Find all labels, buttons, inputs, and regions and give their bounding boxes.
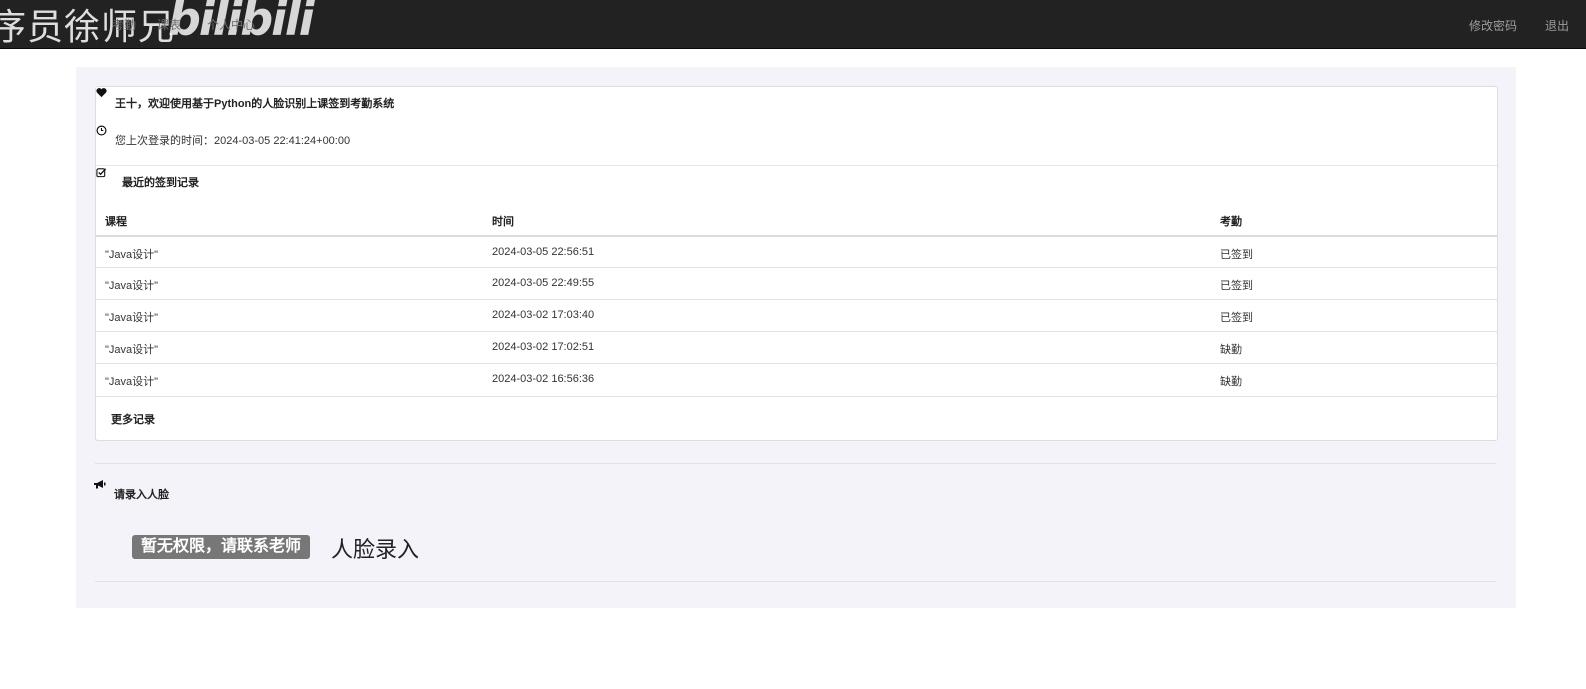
face-section-title: 请录入人脸 xyxy=(114,489,169,501)
table-row: "Java设计" 2024-03-02 17:03:40 已签到 xyxy=(96,299,1497,332)
table-row: "Java设计" 2024-03-02 17:02:51 缺勤 xyxy=(96,331,1497,364)
nav-item-schedule[interactable]: 课表 xyxy=(157,16,181,33)
welcome-message: 王十，欢迎使用基于Python的人脸识别上课签到考勤系统 xyxy=(115,98,395,110)
cell-course: "Java设计" xyxy=(105,344,159,356)
records-title: 最近的签到记录 xyxy=(122,177,199,189)
face-entry-heading: 人脸录入 xyxy=(331,537,420,562)
no-permission-badge: 暂无权限，请联系老师 xyxy=(132,535,311,559)
cell-time: 2024-03-02 17:02:51 xyxy=(492,341,595,353)
cell-course: "Java设计" xyxy=(105,376,159,388)
last-login-text: 您上次登录的时间：2024-03-05 22:41:24+00:00 xyxy=(115,135,351,147)
cell-course: "Java设计" xyxy=(105,312,159,324)
cell-time: 2024-03-05 22:56:51 xyxy=(492,246,595,258)
main-container: 王十，欢迎使用基于Python的人脸识别上课签到考勤系统 您上次登录的时间：20… xyxy=(76,67,1516,608)
change-password-link[interactable]: 修改密码 xyxy=(1469,17,1517,34)
cell-time: 2024-03-02 17:03:40 xyxy=(492,309,595,321)
section-divider xyxy=(95,581,1496,582)
table-row: "Java设计" 2024-03-05 22:49:55 已签到 xyxy=(96,267,1497,300)
nav-item-profile[interactable]: 个人中心 xyxy=(207,16,255,33)
cell-time: 2024-03-02 16:56:36 xyxy=(492,373,595,385)
cell-course: "Java设计" xyxy=(105,249,159,261)
dashboard-panel: 王十，欢迎使用基于Python的人脸识别上课签到考勤系统 您上次登录的时间：20… xyxy=(95,86,1498,441)
heart-icon xyxy=(96,87,107,98)
bullhorn-icon xyxy=(93,479,106,490)
table-row: "Java设计" 2024-03-02 16:56:36 缺勤 xyxy=(96,363,1497,397)
watermark-text: 序员徐师兄 xyxy=(0,7,176,48)
column-header-attendance: 考勤 xyxy=(1220,216,1242,228)
cell-time: 2024-03-05 22:49:55 xyxy=(492,277,595,289)
cell-status: 已签到 xyxy=(1220,249,1253,261)
clock-icon xyxy=(96,125,107,136)
top-navbar: 序员徐师兄 bilibili 考勤 课表 个人中心 修改密码 退出 xyxy=(0,0,1586,49)
divider xyxy=(96,165,1497,166)
cell-status: 缺勤 xyxy=(1220,344,1242,356)
cell-status: 已签到 xyxy=(1220,312,1253,324)
more-records-link[interactable]: 更多记录 xyxy=(111,411,155,427)
cell-course: "Java设计" xyxy=(105,280,159,292)
check-square-icon xyxy=(96,167,107,178)
column-header-time: 时间 xyxy=(492,216,514,228)
cell-status: 缺勤 xyxy=(1220,376,1242,388)
column-header-course: 课程 xyxy=(105,216,127,228)
table-row: "Java设计" 2024-03-05 22:56:51 已签到 xyxy=(96,235,1497,269)
logout-link[interactable]: 退出 xyxy=(1545,17,1569,34)
nav-item-attendance[interactable]: 考勤 xyxy=(112,16,136,33)
section-divider xyxy=(95,463,1496,464)
cell-status: 已签到 xyxy=(1220,280,1253,292)
